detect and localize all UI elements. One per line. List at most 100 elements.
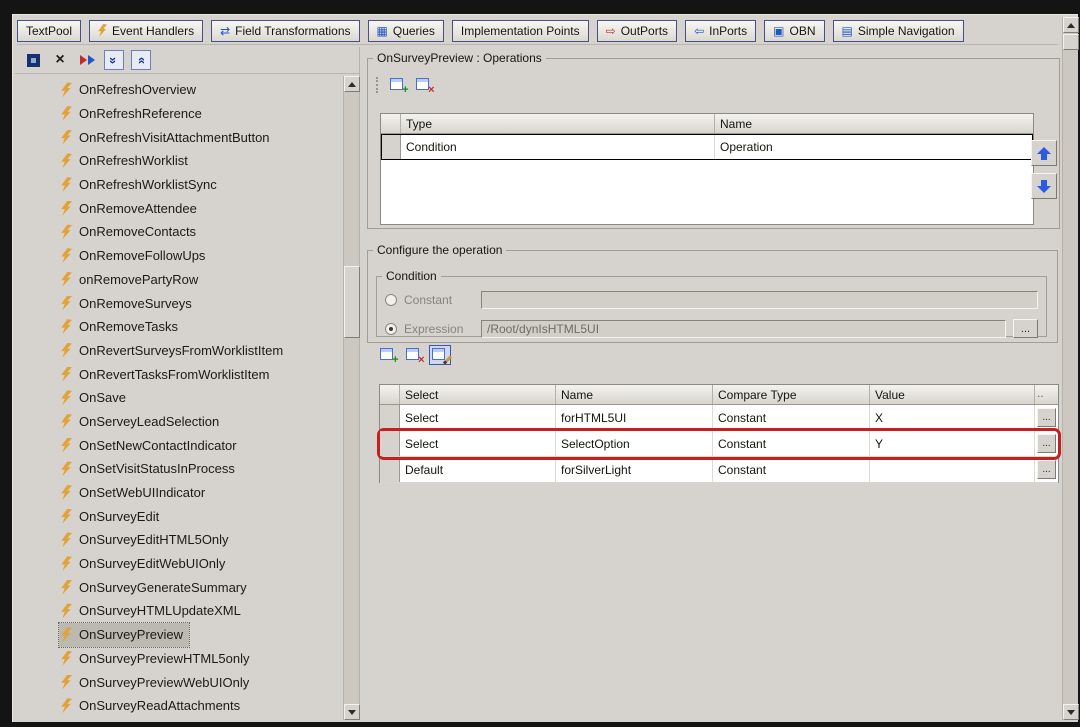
condition-group: Condition Constant Expression ... <box>376 269 1047 338</box>
operations-panel: OnSurveyPreview : Operations + × Type Na… <box>363 47 1060 720</box>
column-name[interactable]: Name <box>715 114 1033 133</box>
event-handler-panel: × » » OnRefreshOverview OnRefreshReferen… <box>15 47 360 720</box>
column-value[interactable]: Value <box>870 385 1035 404</box>
new-icon <box>26 53 40 67</box>
column-select[interactable]: Select <box>400 385 556 404</box>
row-selector[interactable] <box>380 457 400 482</box>
condition-table-row[interactable]: Select forHTML5UI Constant X ... <box>380 405 1058 431</box>
event-handler-item[interactable]: OnRefreshOverview <box>59 78 202 102</box>
delete-row-icon: × <box>415 77 435 96</box>
scroll-up-button[interactable] <box>1063 17 1079 33</box>
new-handler-button[interactable] <box>23 50 43 70</box>
column-type[interactable]: Type <box>401 114 715 133</box>
event-handler-icon <box>61 200 72 216</box>
toolbar-tab[interactable]: ▦ Queries <box>367 19 444 42</box>
column-name[interactable]: Name <box>556 385 713 404</box>
scrollbar-thumb[interactable] <box>1063 34 1079 50</box>
operation-row[interactable]: Condition Operation <box>381 134 1033 160</box>
event-handler-item[interactable]: OnServeyLeadSelection <box>59 410 225 434</box>
event-handler-item[interactable]: OnSurveyPreview <box>57 621 191 648</box>
tab-label: Implementation Points <box>460 23 580 38</box>
expression-input[interactable] <box>481 319 1006 338</box>
list-scrollbar[interactable] <box>343 76 360 720</box>
row-selector[interactable] <box>381 134 401 159</box>
event-handler-label: onRemovePartyRow <box>79 271 199 287</box>
goto-button[interactable] <box>77 50 97 70</box>
condition-table-row[interactable]: Select SelectOption Constant Y ... <box>380 431 1058 457</box>
event-handler-item[interactable]: OnSurveyReadAttachments <box>59 694 246 718</box>
toolbar-tab[interactable]: ▤ Simple Navigation <box>832 19 964 42</box>
expression-radio[interactable] <box>385 322 397 335</box>
event-handler-item[interactable]: OnRefreshWorklistSync <box>59 173 223 197</box>
toolbar-tab[interactable]: ⇨ OutPorts <box>596 19 678 42</box>
event-handler-item[interactable]: OnSurveyHTMLUpdateXML <box>59 599 247 623</box>
event-handler-item[interactable]: OnRefreshReference <box>59 102 208 126</box>
event-handler-item[interactable]: OnSurveyEdit <box>59 504 165 528</box>
toolbar-tab[interactable]: Event Handlers <box>89 19 204 42</box>
event-handler-item[interactable]: OnRemoveSurveys <box>59 291 198 315</box>
handler-list-toolbar: × » » <box>15 47 359 74</box>
add-operation-button[interactable]: + <box>387 75 409 96</box>
event-handler-item[interactable]: OnRefreshVisitAttachmentButton <box>59 125 276 149</box>
toolbar-tab[interactable]: ⇄ Field Transformations <box>211 19 360 42</box>
window-scrollbar[interactable] <box>1062 17 1079 720</box>
value-browse-button[interactable]: ... <box>1037 460 1056 479</box>
event-handler-label: OnServeyLeadSelection <box>79 413 220 429</box>
event-handler-label: OnRefreshReference <box>79 106 202 122</box>
scroll-down-button[interactable] <box>1063 704 1079 720</box>
event-handler-item[interactable]: OnRevertTasksFromWorklistItem <box>59 362 275 386</box>
event-handler-item[interactable]: OnRemoveFollowUps <box>59 244 211 268</box>
tab-label: OutPorts <box>620 23 669 38</box>
move-down-button[interactable] <box>1031 173 1057 199</box>
toolbar-tab[interactable]: ▣ OBN <box>764 19 825 42</box>
goto-icon <box>79 55 95 65</box>
expand-all-button[interactable]: » <box>104 50 124 70</box>
row-selector[interactable] <box>380 405 400 430</box>
event-handler-item[interactable]: OnSurveyPreviewWebUIOnly <box>59 670 255 694</box>
event-handler-item[interactable]: OnSetWebUIIndicator <box>59 481 211 505</box>
event-handler-item[interactable]: OnRemoveTasks <box>59 315 184 339</box>
list-scroll-up-button[interactable] <box>344 76 360 92</box>
toolbar-tab[interactable]: Implementation Points <box>451 19 589 42</box>
event-handler-item[interactable]: OnSetNewContactIndicator <box>59 433 243 457</box>
delete-operation-button[interactable]: × <box>413 75 435 96</box>
operations-toolbar: + × <box>376 75 435 96</box>
event-handler-label: OnSurveyEditWebUIOnly <box>79 556 226 572</box>
event-handler-item[interactable]: OnSurveyEditWebUIOnly <box>59 552 231 576</box>
move-up-button[interactable] <box>1031 140 1057 166</box>
event-handler-item[interactable]: OnRemoveAttendee <box>59 196 203 220</box>
event-handler-icon <box>61 603 72 619</box>
event-handler-item[interactable]: OnRemoveContacts <box>59 220 202 244</box>
queries-icon: ▦ <box>376 23 388 38</box>
event-handler-item[interactable]: OnRefreshWorklist <box>59 149 194 173</box>
event-handler-item[interactable]: OnSurveyGenerateSummary <box>59 575 253 599</box>
row-selector[interactable] <box>380 431 400 456</box>
condition-table-row[interactable]: Default forSilverLight Constant ... <box>380 457 1058 483</box>
edit-condition-button[interactable] <box>429 345 452 365</box>
event-handler-icon <box>61 82 72 98</box>
event-handler-item[interactable]: OnSetVisitStatusInProcess <box>59 457 241 481</box>
value-browse-button[interactable]: ... <box>1037 408 1056 427</box>
delete-handler-button[interactable]: × <box>50 50 70 70</box>
list-scroll-down-button[interactable] <box>344 704 360 720</box>
expression-browse-button[interactable]: ... <box>1013 319 1038 338</box>
event-handler-icon <box>61 295 72 311</box>
add-condition-button[interactable]: + <box>377 345 399 366</box>
event-handler-item[interactable]: OnSave <box>59 386 132 410</box>
toolbar-tab[interactable]: ⇦ InPorts <box>685 19 757 42</box>
collapse-all-button[interactable]: » <box>131 50 151 70</box>
event-handler-icon <box>61 106 72 122</box>
constant-radio[interactable] <box>385 294 397 306</box>
select-cell: Select <box>400 405 556 430</box>
event-handler-item[interactable]: OnRevertSurveysFromWorklistItem <box>59 339 289 363</box>
list-scrollbar-thumb[interactable] <box>344 266 360 338</box>
delete-condition-button[interactable]: × <box>403 345 425 366</box>
event-handler-item[interactable]: OnSurveyPreviewHTML5only <box>59 647 256 671</box>
value-browse-button[interactable]: ... <box>1037 434 1056 453</box>
column-compare-type[interactable]: Compare Type <box>713 385 870 404</box>
toolbar-tab[interactable]: TextPool <box>17 19 82 42</box>
event-handler-item[interactable]: onRemovePartyRow <box>59 268 204 292</box>
event-handler-item[interactable]: OnSurveyEditHTML5Only <box>59 528 235 552</box>
edit-row-icon <box>431 347 452 365</box>
event-handler-item[interactable]: OnSurveyRefresh <box>59 718 188 720</box>
